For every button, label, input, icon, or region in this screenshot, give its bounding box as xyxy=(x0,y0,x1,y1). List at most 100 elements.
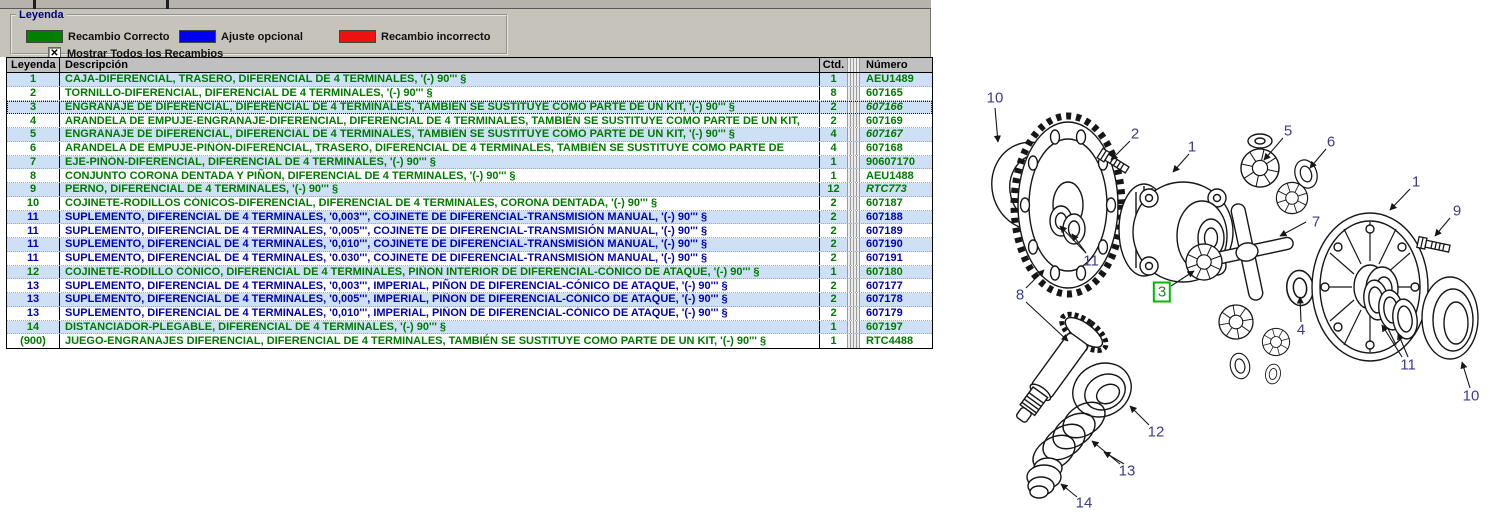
column-separator-band xyxy=(847,128,860,141)
table-row-7-90607170[interactable]: 7EJE-PIÑÓN-DIFERENCIAL, DIFERENCIAL DE 4… xyxy=(7,156,932,170)
table-row-13-607178[interactable]: 13SUPLEMENTO, DIFERENCIAL DE 4 TERMINALE… xyxy=(7,293,932,307)
cell-descripcion: SUPLEMENTO, DIFERENCIAL DE 4 TERMINALES,… xyxy=(60,307,820,320)
callout-11[interactable]: 11 xyxy=(1083,253,1099,270)
cell-numero: 607187 xyxy=(860,197,932,210)
callout-7[interactable]: 7 xyxy=(1312,214,1320,231)
column-separator-band xyxy=(847,87,860,100)
cell-ctd: 1 xyxy=(820,321,847,334)
column-separator-band xyxy=(847,114,860,127)
cell-descripcion: SUPLEMENTO, DIFERENCIAL DE 4 TERMINALES,… xyxy=(60,252,820,265)
table-row-900-RTC4488[interactable]: (900)JUEGO-ENGRANAJES DIFERENCIAL, DIFER… xyxy=(7,334,932,348)
legend-item: Recambio Correcto xyxy=(26,30,169,43)
column-separator-band xyxy=(847,293,860,306)
cell-numero: 607169 xyxy=(860,114,932,127)
cell-ctd: 1 xyxy=(820,169,847,182)
table-row-13-607179[interactable]: 13SUPLEMENTO, DIFERENCIAL DE 4 TERMINALE… xyxy=(7,307,932,321)
cell-descripcion: EJE-PIÑÓN-DIFERENCIAL, DIFERENCIAL DE 4 … xyxy=(60,156,820,169)
cell-ctd: 2 xyxy=(820,197,847,210)
cell-ctd: 2 xyxy=(820,101,847,114)
cell-descripcion: JUEGO-ENGRANAJES DIFERENCIAL, DIFERENCIA… xyxy=(60,334,820,348)
top-toolbar-strip xyxy=(0,0,931,9)
table-row-11-607190[interactable]: 11SUPLEMENTO, DIFERENCIAL DE 4 TERMINALE… xyxy=(7,238,932,252)
callout-3-selected[interactable]: 3 xyxy=(1153,282,1171,303)
exploded-diagram-drawing xyxy=(940,0,1500,531)
parts-table: Leyenda Descripción Ctd. Número 1CAJA-DI… xyxy=(6,57,933,349)
parts-table-body: 1CAJA-DIFERENCIAL, TRASERO, DIFERENCIAL … xyxy=(7,73,932,348)
table-row-2-607165[interactable]: 2TORNILLO-DIFERENCIAL, DIFERENCIAL DE 4 … xyxy=(7,87,932,101)
cell-ctd: 2 xyxy=(820,307,847,320)
cell-descripcion: PERNO, DIFERENCIAL DE 4 TERMINALES, '(-)… xyxy=(60,183,820,196)
cell-descripcion: SUPLEMENTO, DIFERENCIAL DE 4 TERMINALES,… xyxy=(60,211,820,224)
table-row-14-607197[interactable]: 14DISTANCIADOR-PLEGABLE, DIFERENCIAL DE … xyxy=(7,321,932,335)
table-row-11-607188[interactable]: 11SUPLEMENTO, DIFERENCIAL DE 4 TERMINALE… xyxy=(7,211,932,225)
cell-leyenda: 5 xyxy=(7,128,60,141)
exploded-diagram-panel: 10 2 1 5 6 7 1 9 8 11 3 4 11 10 12 13 14 xyxy=(940,0,1500,531)
column-separator-band xyxy=(847,101,860,114)
cell-numero: 607177 xyxy=(860,279,932,292)
column-separator-band xyxy=(847,183,860,196)
table-row-6-607168[interactable]: 6ARANDELA DE EMPUJE-PIÑÓN-DIFERENCIAL, T… xyxy=(7,142,932,156)
cell-descripcion: CAJA-DIFERENCIAL, TRASERO, DIFERENCIAL D… xyxy=(60,73,820,86)
table-row-3-607166[interactable]: 3ENGRANAJE DE DIFERENCIAL, DIFERENCIAL D… xyxy=(7,101,932,115)
cell-descripcion: TORNILLO-DIFERENCIAL, DIFERENCIAL DE 4 T… xyxy=(60,87,820,100)
table-row-8-AEU1488[interactable]: 8CONJUNTO CORONA DENTADA Y PIÑON, DIFERE… xyxy=(7,169,932,183)
cell-leyenda: 1 xyxy=(7,73,60,86)
table-row-5-607167[interactable]: 5ENGRANAJE DE DIFERENCIAL, DIFERENCIAL D… xyxy=(7,128,932,142)
column-separator-band xyxy=(847,211,860,224)
callout-14[interactable]: 14 xyxy=(1076,495,1093,512)
cell-leyenda: 13 xyxy=(7,307,60,320)
table-row-1-AEU1489[interactable]: 1CAJA-DIFERENCIAL, TRASERO, DIFERENCIAL … xyxy=(7,73,932,87)
cell-descripcion: SUPLEMENTO, DIFERENCIAL DE 4 TERMINALES,… xyxy=(60,224,820,237)
cell-descripcion: ARANDELA DE EMPUJE-ENGRANAJE-DIFERENCIAL… xyxy=(60,114,820,127)
table-row-12-607180[interactable]: 12COJINETE-RODILLO CÓNICO, DIFERENCIAL D… xyxy=(7,266,932,280)
cell-descripcion: SUPLEMENTO, DIFERENCIAL DE 4 TERMINALES,… xyxy=(60,238,820,251)
cell-leyenda: 14 xyxy=(7,321,60,334)
column-header-leyenda[interactable]: Leyenda xyxy=(7,58,60,72)
legend-color-swatch xyxy=(339,30,376,43)
legend-item-label: Ajuste opcional xyxy=(221,31,303,43)
callout-1[interactable]: 1 xyxy=(1188,139,1196,156)
callout-8[interactable]: 8 xyxy=(1016,287,1024,304)
cell-leyenda: 13 xyxy=(7,279,60,292)
callout-10[interactable]: 10 xyxy=(1463,388,1480,405)
callout-11[interactable]: 11 xyxy=(1400,357,1416,374)
cell-leyenda: 8 xyxy=(7,169,60,182)
cell-numero: 90607170 xyxy=(860,156,932,169)
table-row-13-607177[interactable]: 13SUPLEMENTO, DIFERENCIAL DE 4 TERMINALE… xyxy=(7,279,932,293)
cell-descripcion: ARANDELA DE EMPUJE-PIÑÓN-DIFERENCIAL, TR… xyxy=(60,142,820,155)
cell-descripcion: COJINETE-RODILLO CÓNICO, DIFERENCIAL DE … xyxy=(60,266,820,279)
column-header-ctd[interactable]: Ctd. xyxy=(820,58,847,72)
legend-panel: Leyenda Recambio CorrectoAjuste opcional… xyxy=(0,9,931,57)
cell-leyenda: 11 xyxy=(7,211,60,224)
callout-6[interactable]: 6 xyxy=(1327,134,1335,151)
legend-item-label: Recambio incorrecto xyxy=(381,31,490,43)
cell-descripcion: ENGRANAJE DE DIFERENCIAL, DIFERENCIAL DE… xyxy=(60,101,820,114)
table-row-10-607187[interactable]: 10COJINETE-RODILLOS CÓNICOS-DIFERENCIAL,… xyxy=(7,197,932,211)
table-row-4-607169[interactable]: 4ARANDELA DE EMPUJE-ENGRANAJE-DIFERENCIA… xyxy=(7,114,932,128)
callout-10[interactable]: 10 xyxy=(987,90,1004,107)
callout-12[interactable]: 12 xyxy=(1148,424,1165,441)
cell-descripcion: SUPLEMENTO, DIFERENCIAL DE 4 TERMINALES,… xyxy=(60,279,820,292)
legend-item: Recambio incorrecto xyxy=(339,30,490,43)
table-row-9-RTC773[interactable]: 9PERNO, DIFERENCIAL DE 4 TERMINALES, '(-… xyxy=(7,183,932,197)
table-row-11-607191[interactable]: 11SUPLEMENTO, DIFERENCIAL DE 4 TERMINALE… xyxy=(7,252,932,266)
cell-ctd: 2 xyxy=(820,279,847,292)
column-separator-band xyxy=(847,266,860,279)
callout-2[interactable]: 2 xyxy=(1131,126,1139,143)
column-header-numero[interactable]: Número xyxy=(860,58,932,72)
column-separator-band xyxy=(847,197,860,210)
table-row-11-607189[interactable]: 11SUPLEMENTO, DIFERENCIAL DE 4 TERMINALE… xyxy=(7,224,932,238)
cell-numero: 607166 xyxy=(860,101,932,114)
callout-5[interactable]: 5 xyxy=(1284,123,1292,140)
cell-descripcion: DISTANCIADOR-PLEGABLE, DIFERENCIAL DE 4 … xyxy=(60,321,820,334)
callout-1[interactable]: 1 xyxy=(1412,174,1420,191)
callout-9[interactable]: 9 xyxy=(1453,203,1461,220)
cell-leyenda: 12 xyxy=(7,266,60,279)
cell-numero: 607165 xyxy=(860,87,932,100)
cell-descripcion: ENGRANAJE DE DIFERENCIAL, DIFERENCIAL DE… xyxy=(60,128,820,141)
callout-13[interactable]: 13 xyxy=(1119,463,1136,480)
callout-4[interactable]: 4 xyxy=(1297,322,1305,339)
cell-leyenda: (900) xyxy=(7,334,60,348)
parts-table-header: Leyenda Descripción Ctd. Número xyxy=(7,58,932,73)
column-header-descripcion[interactable]: Descripción xyxy=(60,58,820,72)
